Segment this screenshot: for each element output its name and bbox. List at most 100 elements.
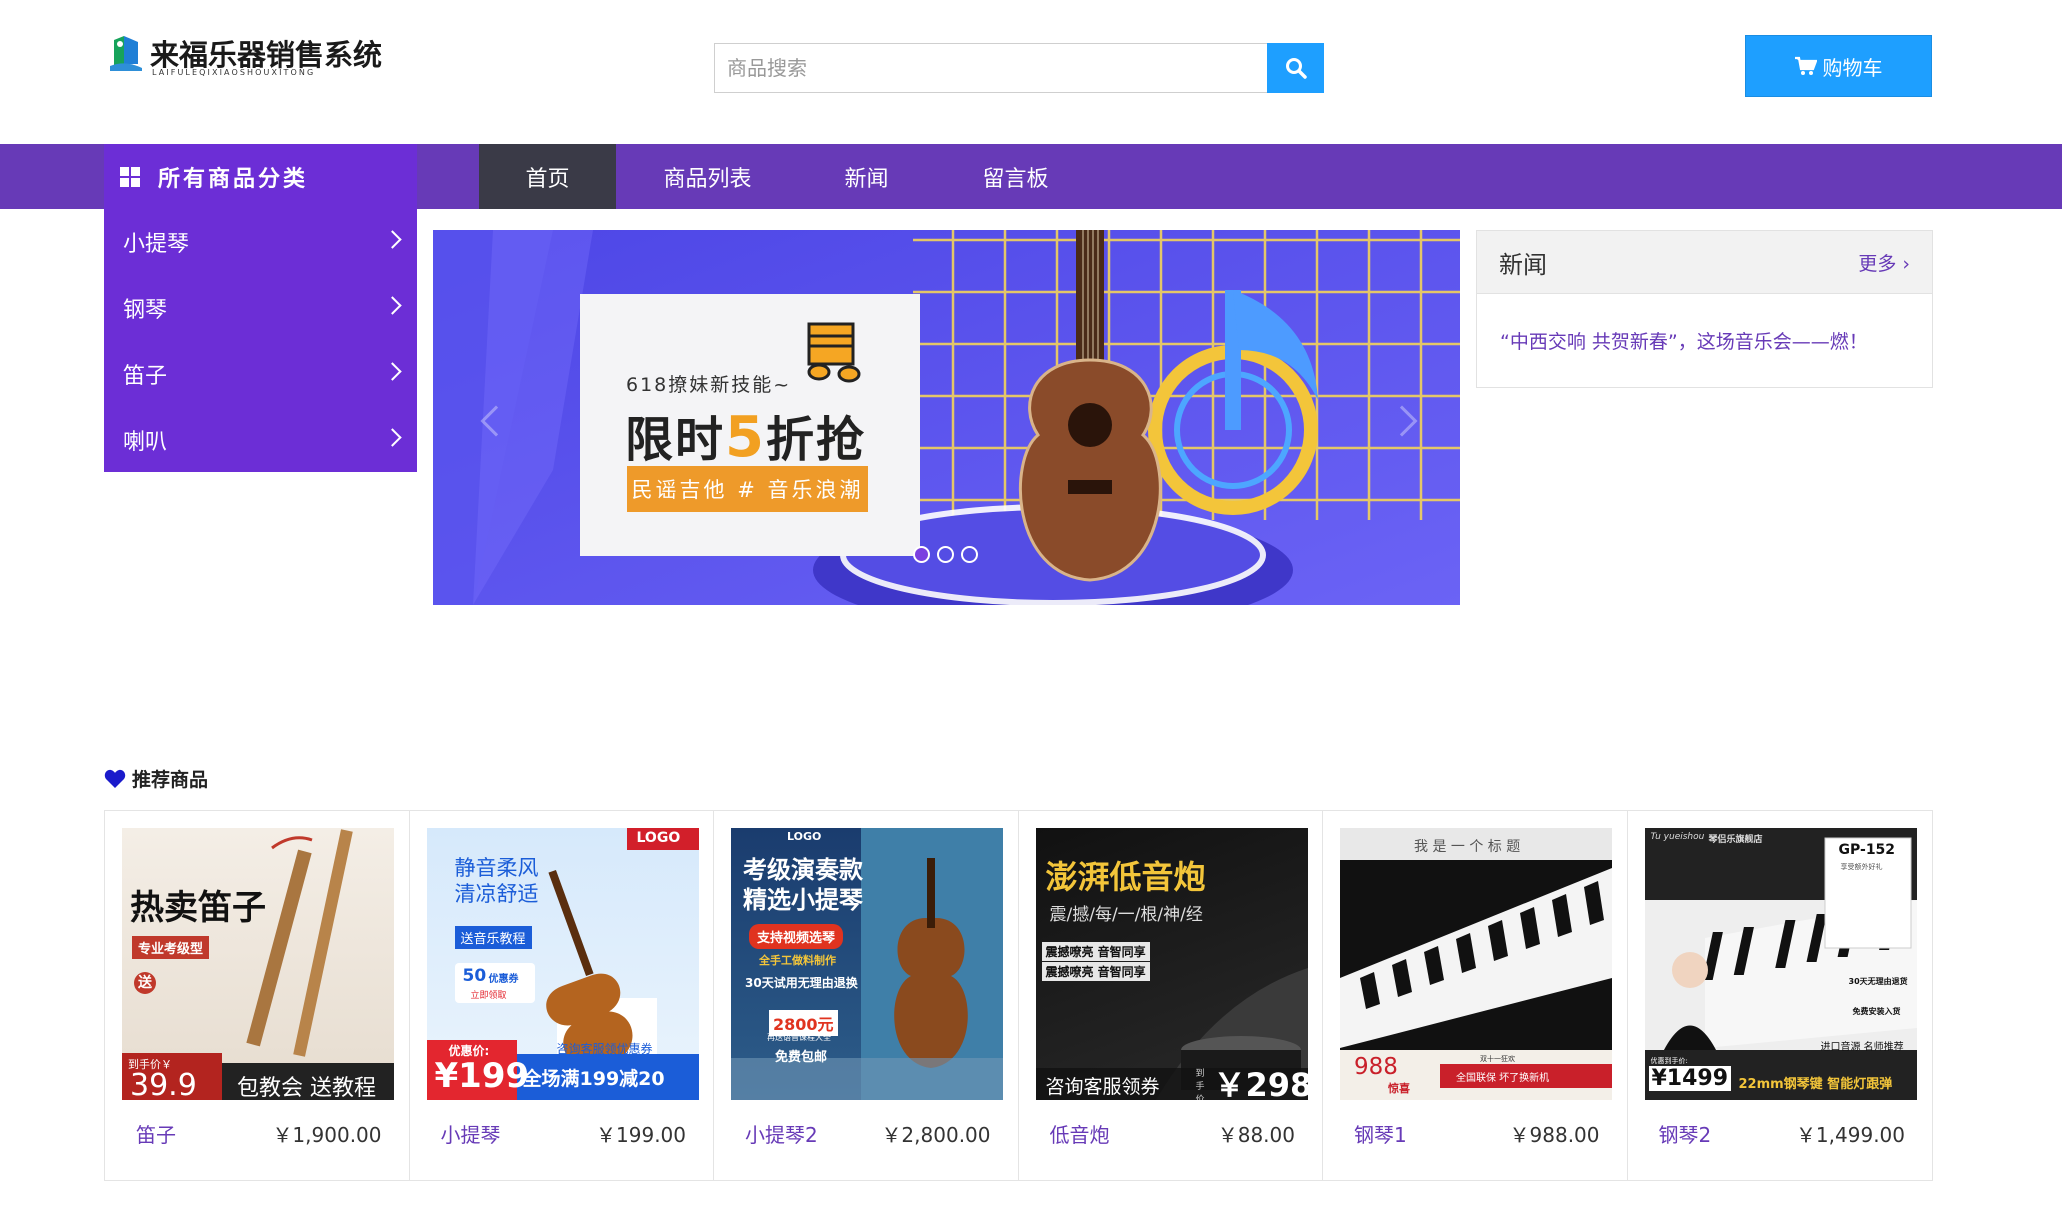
site-logo[interactable]: 来福乐器销售系统 LAIFULEQIXIAOSHOUXITONG [108,32,382,77]
product-card[interactable]: LOGO 考级演奏款 精选小提琴 支持视频选琴 全手工做料制作 30天试用无理由… [714,811,1019,1180]
product-card[interactable]: 热卖笛子 专业考级型 送 到手价￥ 39.9 包教会 送教程 笛子 ￥1,900… [105,811,410,1180]
product-image[interactable]: 澎湃低音炮 震/撼/每/一/根/神/经 震撼嘹亮 音智同享 震撼嘹亮 音智同享 … [1035,828,1308,1100]
category-label: 喇叭 [123,430,168,455]
image-text: 39.9 [130,1068,197,1100]
recommend-title: 推荐商品 [104,765,208,792]
product-price: ￥1,499.00 [1795,1123,1905,1147]
news-panel-header: 新闻 更多 › [1477,231,1932,294]
product-name[interactable]: 小提琴2 [745,1119,818,1148]
promo-line1: 618撩妹新技能~ [626,374,792,396]
product-grid: 热卖笛子 专业考级型 送 到手价￥ 39.9 包教会 送教程 笛子 ￥1,900… [104,810,1933,1181]
image-text: 我 是 一 个 标 题 [1414,839,1521,855]
news-more-link[interactable]: 更多 › [1858,249,1910,276]
image-text: 免费包邮 [775,1050,828,1065]
image-text: 咨询客服领券 [1045,1076,1160,1098]
news-panel: 新闻 更多 › “中西交响 共贺新春”，这场音乐会——燃！ [1476,230,1933,388]
product-name[interactable]: 小提琴 [441,1119,501,1148]
nav-message-board[interactable]: 留言板 [934,144,1097,209]
category-item-piano[interactable]: 钢琴 [104,275,417,341]
product-price: ￥2,800.00 [881,1123,991,1147]
nav-home[interactable]: 首页 [479,144,616,209]
promo-tag: 民谣吉他 # 音乐浪潮 [627,466,868,512]
image-text: 包教会 送教程 [237,1076,376,1100]
chevron-right-icon [383,362,402,381]
product-card[interactable]: LOGO 静音柔风 清凉舒适 送音乐教程 50 优惠券 立即领取 优惠价: ¥1… [410,811,714,1180]
image-text: 全场满199减20 [522,1068,665,1090]
cart-button[interactable]: 购物车 [1745,35,1932,97]
image-text: 全手工做料制作 [759,954,836,967]
image-text: 享受额外好礼 [1840,863,1883,871]
image-text: 咨询客服领优惠券 [556,1042,653,1056]
search-input[interactable] [715,44,1265,92]
product-image[interactable]: 我 是 一 个 标 题 双十一狂欢 988 惊喜 全国联保 坏了换新机 [1340,828,1612,1100]
image-text: 精选小提琴 [743,886,863,914]
banner-carousel[interactable]: 618撩妹新技能~ 限时5折抢 民谣吉他 # 音乐浪潮 [433,230,1460,605]
category-item-horn[interactable]: 喇叭 [104,407,417,473]
category-label: 钢琴 [123,298,168,323]
image-text: Tu yueishou [1650,832,1705,842]
search-icon [1285,58,1307,79]
grid-icon [120,166,140,187]
news-item[interactable]: “中西交响 共贺新春”，这场音乐会——燃！ [1500,327,1868,354]
brand-subtitle: LAIFULEQIXIAOSHOUXITONG [152,68,316,77]
image-text: 988 [1354,1054,1398,1080]
product-price: ￥199.00 [596,1123,686,1147]
image-text: 优惠到手价: [1650,1057,1688,1065]
image-text: 30天试用无理由退换 [745,976,858,990]
product-card[interactable]: 澎湃低音炮 震/撼/每/一/根/神/经 震撼嘹亮 音智同享 震撼嘹亮 音智同享 … [1019,811,1323,1180]
nav-product-list[interactable]: 商品列表 [616,144,799,209]
category-item-violin[interactable]: 小提琴 [104,209,417,275]
news-panel-title: 新闻 [1499,250,1547,279]
heart-icon [104,769,126,788]
carousel-dot[interactable] [961,546,978,563]
image-text: 22mm钢琴键 智能灯跟弹 [1738,1077,1893,1092]
image-text: ¥1499 [1648,1066,1732,1091]
category-label: 小提琴 [123,232,190,257]
product-card[interactable]: 我 是 一 个 标 题 双十一狂欢 988 惊喜 全国联保 坏了换新机 钢琴1 … [1323,811,1628,1180]
product-card[interactable]: Tu yueishou 琴侣乐旗舰店 GP-152 享受额外好礼 30天无理由退… [1628,811,1933,1180]
image-text: 震撼嘹亮 音智同享 [1041,962,1150,981]
carousel-indicators [913,546,978,563]
image-text: ¥199 [434,1056,530,1096]
image-text: 震/撼/每/一/根/神/经 [1049,905,1203,925]
promo-line2: 限时5折抢 [625,405,866,470]
product-name[interactable]: 钢琴2 [1659,1119,1712,1148]
logo-icon [110,36,142,71]
image-text: ￥298 [1213,1066,1308,1100]
image-text: LOGO [787,830,822,843]
image-text: 震撼嘹亮 音智同享 [1041,942,1150,961]
product-name[interactable]: 钢琴1 [1354,1119,1407,1148]
product-name[interactable]: 低音炮 [1050,1119,1110,1148]
image-text: LOGO [636,830,681,846]
all-categories-header[interactable]: 所有商品分类 [104,144,417,209]
product-image[interactable]: 热卖笛子 专业考级型 送 到手价￥ 39.9 包教会 送教程 [122,828,394,1100]
product-price: ￥988.00 [1509,1123,1600,1147]
carousel-dot[interactable] [913,546,930,563]
product-name[interactable]: 笛子 [136,1119,176,1148]
promo-card: 618撩妹新技能~ 限时5折抢 民谣吉他 # 音乐浪潮 [580,294,920,556]
image-text: 送 [134,972,156,994]
category-item-flute[interactable]: 笛子 [104,341,417,407]
image-text: 热卖笛子 [130,888,266,928]
cart-icon [1794,56,1817,75]
chevron-right-icon [383,428,402,447]
chevron-right-icon [383,296,402,315]
image-text: GP-152 [1838,842,1896,858]
product-image[interactable]: Tu yueishou 琴侣乐旗舰店 GP-152 享受额外好礼 30天无理由退… [1644,828,1917,1100]
category-menu: 小提琴 钢琴 笛子 喇叭 [104,209,417,472]
product-price: ￥1,900.00 [272,1123,382,1147]
cart-label: 购物车 [1822,55,1883,80]
image-text: 优惠券 [488,974,519,985]
image-text: 清凉舒适 [454,882,539,906]
carousel-dot[interactable] [937,546,954,563]
nav-news[interactable]: 新闻 [799,144,934,209]
image-text: 支持视频选琴 [749,924,844,949]
image-text: 全国联保 坏了换新机 [1456,1073,1550,1084]
product-image[interactable]: LOGO 考级演奏款 精选小提琴 支持视频选琴 全手工做料制作 30天试用无理由… [731,828,1003,1100]
image-text: 琴侣乐旗舰店 [1708,835,1763,845]
product-price: ￥88.00 [1217,1123,1295,1147]
product-image[interactable]: LOGO 静音柔风 清凉舒适 送音乐教程 50 优惠券 立即领取 优惠价: ¥1… [426,828,699,1100]
music-note-icon [807,322,861,383]
search-button[interactable] [1267,43,1324,93]
image-text: 立即领取 [470,991,507,1001]
